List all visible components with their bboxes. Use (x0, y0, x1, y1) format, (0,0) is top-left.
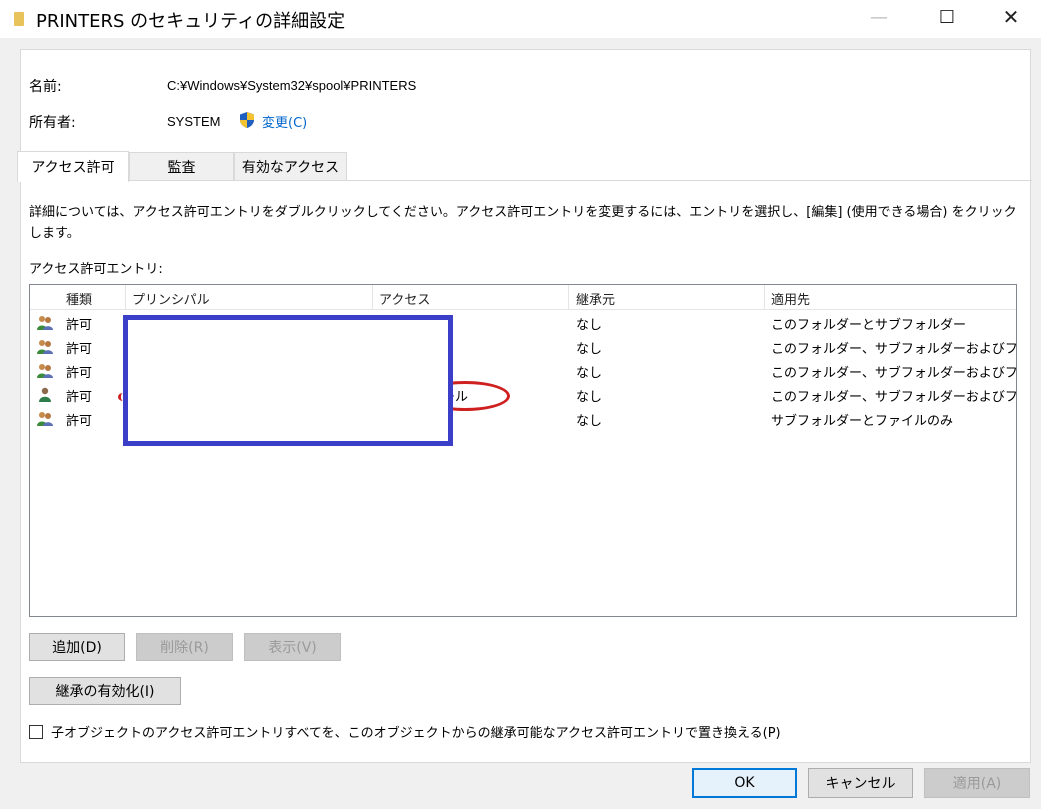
column-separator[interactable] (764, 285, 765, 310)
row-type: 許可 (66, 390, 93, 405)
row-applies-to: このフォルダーとサブフォルダー (771, 318, 967, 333)
description-text: 詳細については、アクセス許可エントリをダブルクリックしてください。アクセス許可エ… (29, 205, 1017, 241)
cancel-button[interactable]: キャンセル (808, 768, 913, 798)
change-owner-link[interactable]: 変更(C) (262, 112, 307, 131)
remove-button[interactable]: 削除(R) (136, 633, 233, 661)
owner-value: SYSTEM (167, 114, 221, 129)
row-inherited-from: なし (576, 414, 603, 429)
row-inherited-from: なし (576, 318, 603, 333)
group-users-icon (37, 316, 53, 330)
row-type: 許可 (66, 342, 93, 357)
row-inherited-from: なし (576, 342, 603, 357)
add-button[interactable]: 追加(D) (29, 633, 125, 661)
redaction-box (123, 315, 453, 446)
apply-button[interactable]: 適用(A) (924, 768, 1030, 798)
column-separator[interactable] (372, 285, 373, 310)
enable-inheritance-button[interactable]: 継承の有効化(I) (29, 677, 181, 705)
minimize-button[interactable]: — (856, 0, 902, 34)
row-type: 許可 (66, 318, 93, 333)
window-title: PRINTERS のセキュリティの詳細設定 (36, 11, 346, 32)
close-button[interactable]: ✕ (988, 0, 1034, 34)
folder-icon (14, 12, 24, 26)
row-applies-to: このフォルダー、サブフォルダーおよびファ... (771, 366, 1017, 381)
group-users-icon (37, 412, 53, 426)
row-inherited-from: なし (576, 390, 603, 405)
ok-button[interactable]: OK (692, 768, 797, 798)
replace-child-permissions-label[interactable]: 子オブジェクトのアクセス許可エントリすべてを、このオブジェクトからの継承可能なア… (51, 722, 781, 741)
view-button[interactable]: 表示(V) (244, 633, 341, 661)
column-separator[interactable] (568, 285, 569, 310)
column-separator[interactable] (125, 285, 126, 310)
name-label: 名前: (29, 79, 62, 95)
group-users-icon (37, 340, 53, 354)
row-type: 許可 (66, 414, 93, 429)
permission-entries-list[interactable]: 種類 プリンシパル アクセス 継承元 適用先 許可 なし このフォルダーとサブフ… (29, 284, 1017, 617)
column-inherited-from[interactable]: 継承元 (576, 289, 615, 308)
column-principal[interactable]: プリンシパル (132, 289, 210, 308)
list-header: 種類 プリンシパル アクセス 継承元 適用先 (30, 285, 1016, 310)
security-settings-window: PRINTERS のセキュリティの詳細設定 — ☐ ✕ 名前: C:¥Windo… (0, 0, 1041, 809)
tab-permissions[interactable]: アクセス許可 (17, 151, 129, 182)
tab-auditing[interactable]: 監査 (129, 152, 234, 181)
name-value: C:¥Windows¥System32¥spool¥PRINTERS (167, 78, 417, 93)
group-users-icon (37, 364, 53, 378)
title-bar: PRINTERS のセキュリティの詳細設定 — ☐ ✕ (0, 0, 1041, 38)
tab-effective-access[interactable]: 有効なアクセス (234, 152, 347, 181)
row-applies-to: このフォルダー、サブフォルダーおよびファ... (771, 342, 1017, 357)
column-applies-to[interactable]: 適用先 (771, 289, 810, 308)
column-type[interactable]: 種類 (66, 289, 92, 308)
row-type: 許可 (66, 366, 93, 381)
row-applies-to: サブフォルダーとファイルのみ (771, 414, 954, 429)
single-user-icon (39, 387, 51, 402)
tab-divider (21, 180, 1032, 181)
uac-shield-icon (240, 112, 254, 128)
row-applies-to: このフォルダー、サブフォルダーおよびファ... (771, 390, 1017, 405)
main-panel: 名前: C:¥Windows¥System32¥spool¥PRINTERS 所… (17, 49, 1032, 763)
maximize-button[interactable]: ☐ (924, 0, 970, 34)
replace-child-permissions-checkbox[interactable] (29, 725, 43, 739)
column-access[interactable]: アクセス (379, 289, 430, 308)
row-inherited-from: なし (576, 366, 603, 381)
owner-label: 所有者: (29, 115, 76, 131)
entries-label: アクセス許可エントリ: (29, 262, 163, 277)
